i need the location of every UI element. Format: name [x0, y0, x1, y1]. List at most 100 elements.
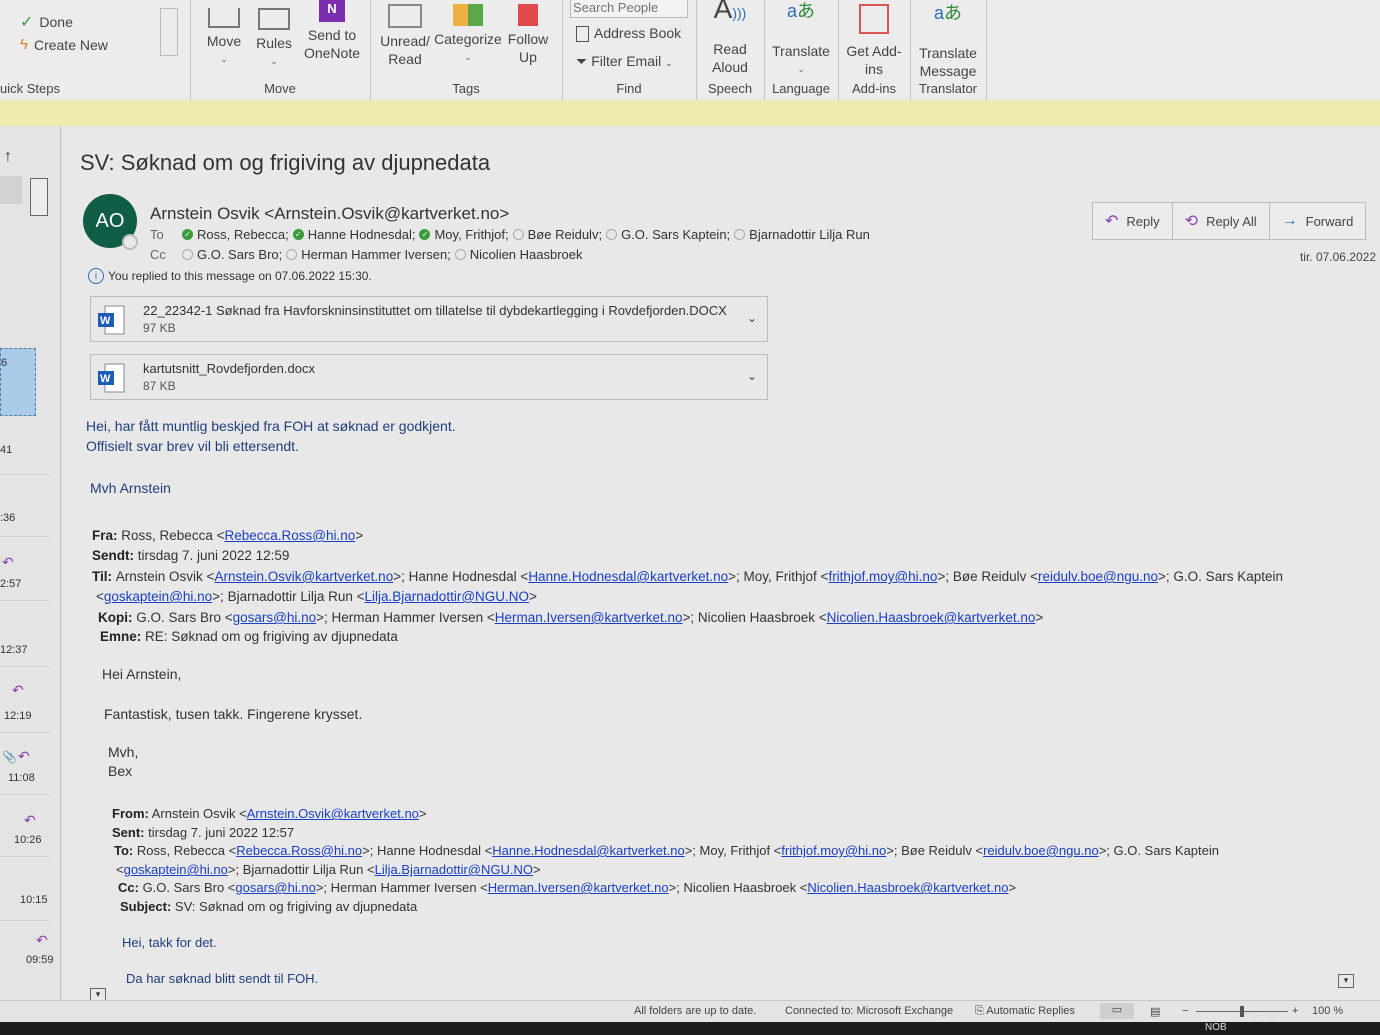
ribbon: ✓ Done ϟ Create New uick Steps Move ⌄ Rul…: [0, 0, 1380, 101]
automatic-replies-button[interactable]: ⎘ Automatic Replies: [975, 1005, 1075, 1018]
quick-step-done[interactable]: ✓ Done: [20, 12, 73, 32]
automatic-replies-icon: ⎘: [975, 1005, 984, 1017]
scroll-down-button[interactable]: ▾: [1338, 974, 1354, 988]
presence-available-icon: ✓: [419, 229, 431, 240]
email-link[interactable]: Herman.Iversen@kartverket.no: [488, 880, 669, 895]
quoted-cc: Kopi: G.O. Sars Bro <gosars@hi.no>; Herm…: [98, 610, 1044, 625]
follow-up-button[interactable]: Follow Up: [506, 4, 550, 66]
email-link[interactable]: Nicolien.Haasbroek@kartverket.no: [827, 610, 1036, 625]
reading-view-button[interactable]: ▤: [1150, 1005, 1160, 1018]
message-date: tir. 07.06.2022: [1299, 250, 1376, 264]
normal-view-icon: ▭: [1111, 1004, 1123, 1016]
quick-steps-scroll[interactable]: [160, 8, 178, 56]
quoted-text: Fantastisk, tusen takk. Fingerene krysse…: [104, 706, 363, 722]
unread-read-button[interactable]: Unread/ Read: [378, 4, 432, 68]
clock[interactable]: 15:41: [1252, 1014, 1277, 1025]
presence-unknown-icon: [734, 229, 746, 240]
flag-icon: [518, 4, 538, 26]
move-button[interactable]: Move ⌄: [204, 8, 244, 68]
input-language[interactable]: NOB: [1205, 1022, 1227, 1033]
list-item-time: 12:37: [0, 644, 28, 656]
email-link[interactable]: Rebecca.Ross@hi.no: [236, 843, 362, 858]
recipient[interactable]: Nicolien Haasbroek: [470, 247, 583, 262]
filter-email-button[interactable]: ⏷ Filter Email ⌄: [576, 52, 673, 72]
categorize-button[interactable]: Categorize ⌄: [434, 4, 502, 66]
move-group-label: Move: [264, 81, 296, 96]
status-bar: All folders are up to date. Connected to…: [0, 1000, 1380, 1023]
attachment[interactable]: W 22_22342-1 Søknad fra Havforskninsinst…: [90, 296, 768, 342]
recipient[interactable]: G.O. Sars Bro;: [197, 247, 282, 262]
quoted-to-continued: <goskaptein@hi.no>; Bjarnadottir Lilja R…: [96, 589, 537, 604]
forward-button[interactable]: → Forward: [1270, 203, 1366, 239]
get-addins-button[interactable]: Get Add-ins: [846, 4, 902, 78]
language-group: aあ Translate ⌄ Language: [764, 0, 839, 100]
scrollbar-up-button[interactable]: [30, 178, 48, 216]
address-book-button[interactable]: Address Book: [576, 24, 681, 43]
reply-all-button[interactable]: ⟲ Reply All: [1173, 203, 1270, 239]
quoted-subject: Subject: SV: Søknad om og frigiving av d…: [120, 899, 418, 914]
email-link[interactable]: Lilja.Bjarnadottir@NGU.NO: [375, 862, 533, 877]
attachment[interactable]: W kartutsnitt_Rovdefjorden.docx 87 KB ⌄: [90, 354, 768, 400]
quoted-cc: Cc: G.O. Sars Bro <gosars@hi.no>; Herman…: [118, 880, 1017, 895]
email-link[interactable]: reidulv.boe@ngu.no: [1038, 569, 1158, 584]
list-item-time: 11:08: [8, 772, 35, 784]
recipient[interactable]: Herman Hammer Iversen;: [301, 247, 451, 262]
find-group: Address Book ⏷Filter Email ⌄ Find: [562, 0, 697, 100]
email-link[interactable]: goskaptein@hi.no: [104, 589, 212, 604]
message-actions: ↶ Reply ⟲ Reply All → Forward: [1092, 202, 1367, 240]
email-link[interactable]: frithjof.moy@hi.no: [781, 843, 886, 858]
email-link[interactable]: Herman.Iversen@kartverket.no: [495, 610, 683, 625]
sender[interactable]: Arnstein Osvik <Arnstein.Osvik@kartverke…: [150, 204, 509, 224]
translate-button[interactable]: aあ Translate ⌄: [770, 2, 832, 78]
email-link[interactable]: Nicolien.Haasbroek@kartverket.no: [807, 880, 1008, 895]
search-people-input[interactable]: [570, 0, 688, 18]
presence-unknown-icon: [454, 249, 466, 260]
chevron-down-icon[interactable]: ⌄: [747, 311, 757, 325]
speech-group-label: Speech: [707, 81, 753, 96]
recipient[interactable]: Bøe Reidulv;: [528, 227, 602, 242]
reply-button[interactable]: ↶ Reply: [1093, 203, 1173, 239]
email-link[interactable]: Arnstein.Osvik@kartverket.no: [247, 806, 419, 821]
recipient[interactable]: Hanne Hodnesdal;: [308, 227, 416, 242]
email-link[interactable]: Hanne.Hodnesdal@kartverket.no: [492, 843, 684, 858]
email-link[interactable]: Hanne.Hodnesdal@kartverket.no: [528, 569, 728, 584]
presence-available-icon: ✓: [182, 229, 193, 240]
chevron-down-icon[interactable]: ⌄: [747, 369, 757, 383]
zoom-slider[interactable]: [1196, 1006, 1288, 1017]
normal-view-button[interactable]: ▭: [1100, 1003, 1134, 1019]
recipient[interactable]: Bjarnadottir Lilja Run: [749, 227, 870, 242]
message-list: ↑ 6 41 :36 ↶ 2:57 12:37 ↶ 12:19 📎 ↶ 11:0…: [0, 126, 61, 1006]
zoom-slider-thumb[interactable]: [1240, 1006, 1244, 1017]
translate-message-button[interactable]: aあ Translate Message: [916, 4, 980, 80]
list-item[interactable]: [0, 176, 22, 204]
email-link[interactable]: Lilja.Bjarnadottir@NGU.NO: [365, 589, 530, 604]
email-link[interactable]: reidulv.boe@ngu.no: [983, 843, 1099, 858]
email-link[interactable]: gosars@hi.no: [235, 880, 315, 895]
quoted-to: To: Ross, Rebecca <Rebecca.Ross@hi.no>; …: [114, 843, 1219, 858]
email-link[interactable]: goskaptein@hi.no: [124, 862, 228, 877]
recipient[interactable]: Ross, Rebecca;: [197, 227, 289, 242]
reply-all-icon: ⟲: [1184, 213, 1199, 230]
quick-step-create-new[interactable]: ϟ Create New: [20, 36, 108, 53]
zoom-in-button[interactable]: +: [1292, 1005, 1298, 1017]
list-item-time: 41: [0, 444, 13, 456]
addins-group-label: Add-ins: [851, 81, 897, 96]
recipient[interactable]: G.O. Sars Kaptein;: [621, 227, 730, 242]
read-aloud-button[interactable]: A))) Read Aloud: [706, 0, 754, 76]
rules-button[interactable]: Rules ⌄: [254, 8, 294, 70]
sort-arrow-icon[interactable]: ↑: [4, 148, 12, 166]
selected-list-item[interactable]: 6: [0, 348, 36, 416]
translator-group-label: Translator: [918, 81, 978, 96]
quoted-from: Fra: Ross, Rebecca <Rebecca.Ross@hi.no>: [92, 528, 364, 543]
zoom-level[interactable]: 100 %: [1312, 1005, 1343, 1017]
email-link[interactable]: gosars@hi.no: [233, 610, 317, 625]
email-link[interactable]: frithjof.moy@hi.no: [828, 569, 937, 584]
email-link[interactable]: Arnstein.Osvik@kartverket.no: [214, 569, 393, 584]
email-link[interactable]: Rebecca.Ross@hi.no: [224, 528, 355, 543]
list-item-time: 10:26: [14, 834, 42, 846]
message-subject: SV: Søknad om og frigiving av djupnedata: [80, 150, 491, 175]
recipient[interactable]: Moy, Frithjof;: [434, 227, 508, 242]
send-to-onenote-button[interactable]: N Send to OneNote: [300, 0, 364, 62]
body-line: Hei, har fått muntlig beskjed fra FOH at…: [86, 418, 456, 434]
zoom-out-button[interactable]: −: [1182, 1005, 1188, 1017]
